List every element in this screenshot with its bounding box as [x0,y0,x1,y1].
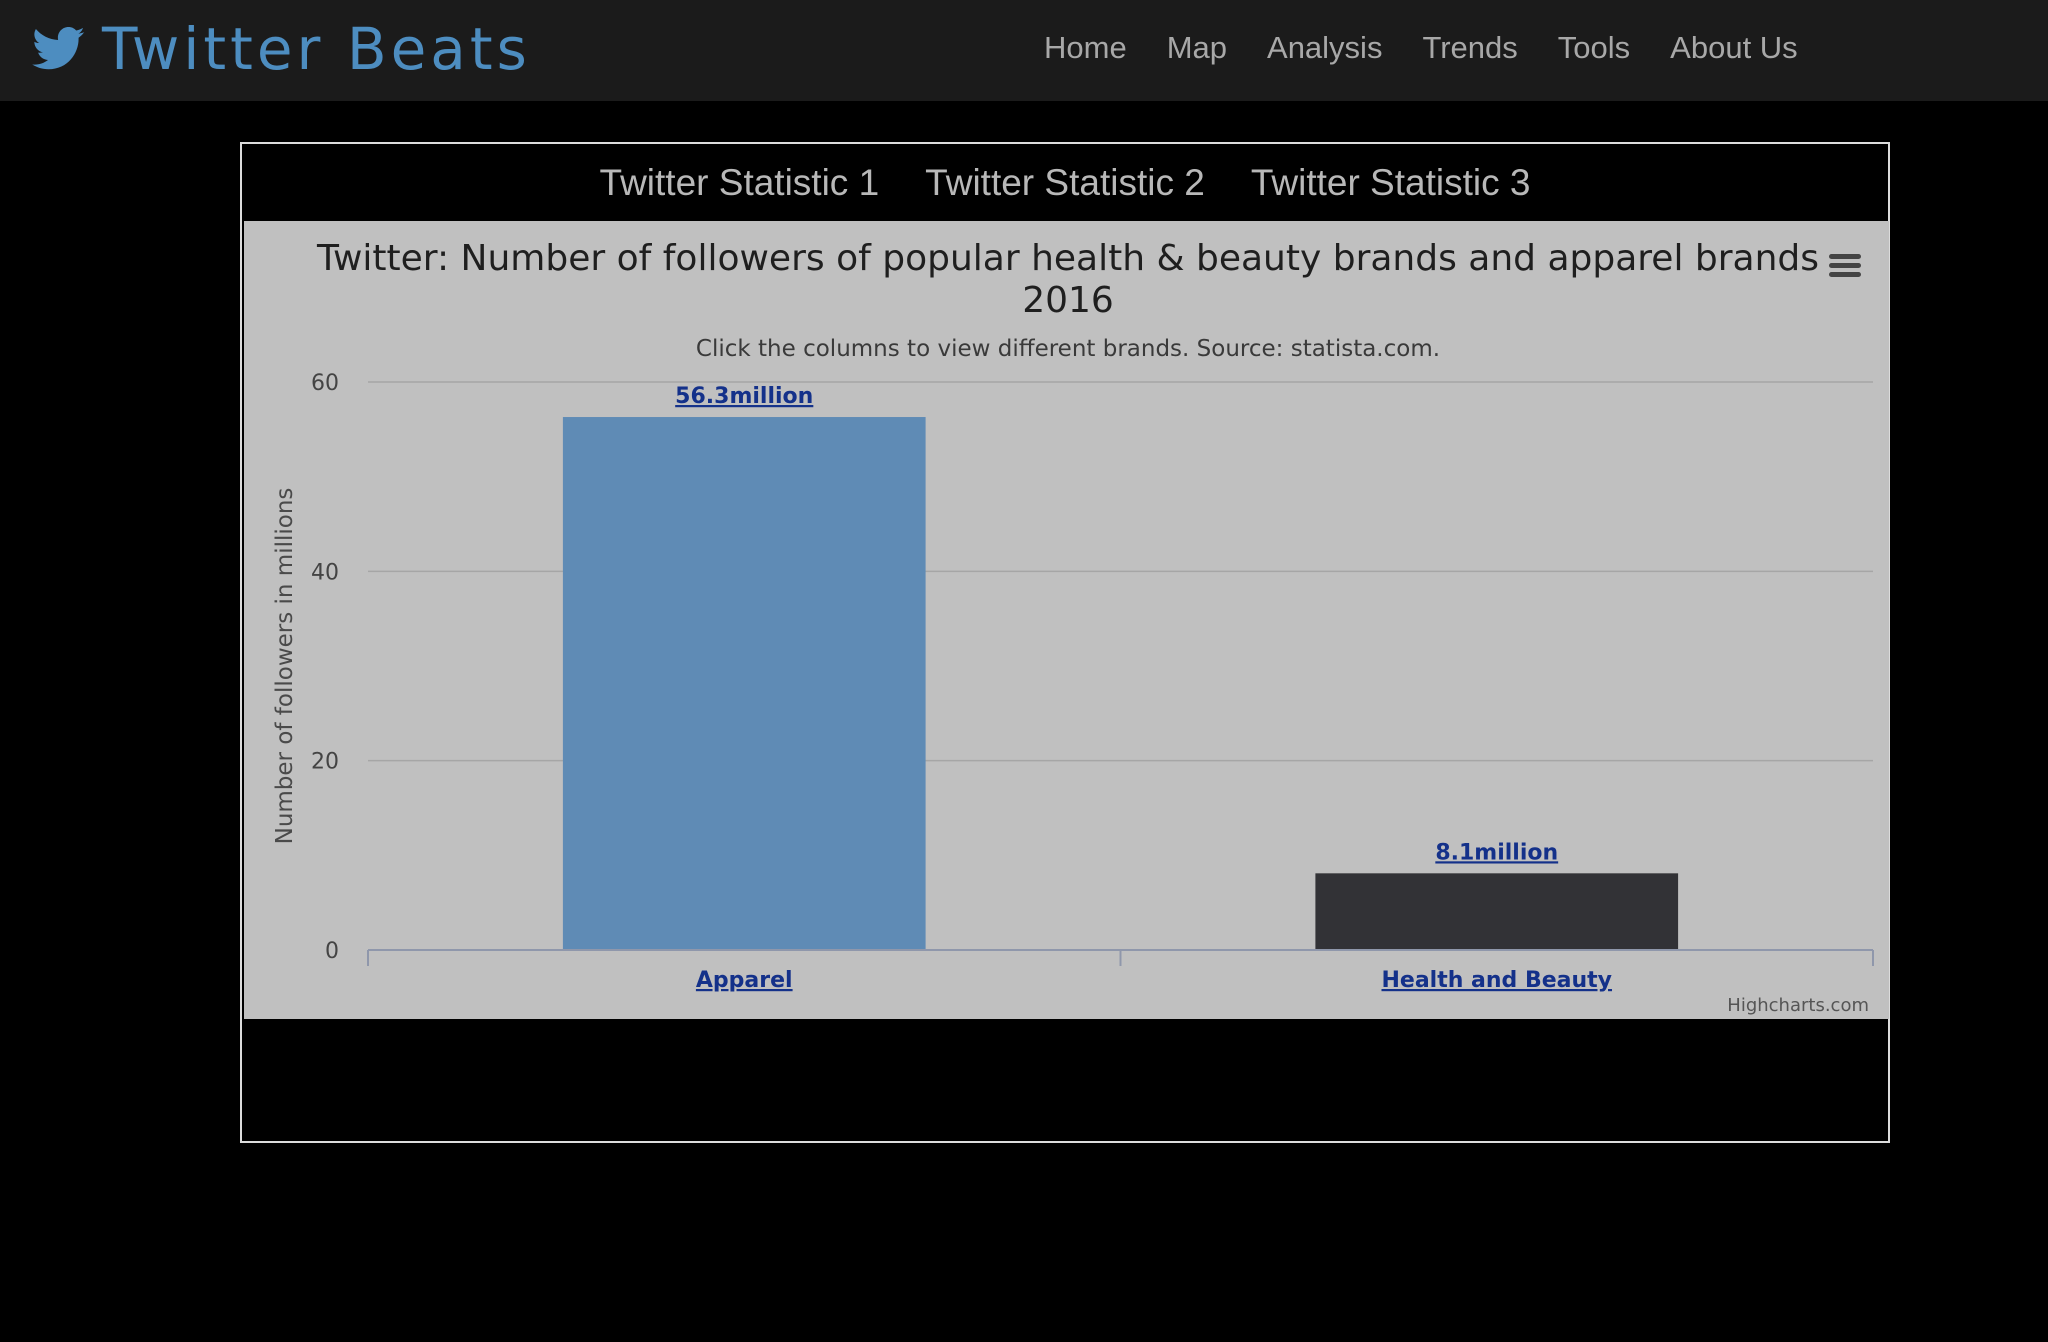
menu-icon-bar-2 [1829,263,1861,268]
tab-statistic-1[interactable]: Twitter Statistic 1 [600,162,880,204]
y-axis-label: Number of followers in millions [272,488,298,845]
chart-svg: Twitter: Number of followers of popular … [272,238,1874,1016]
chart-subtitle: Click the columns to view different bran… [696,336,1440,362]
bar-health-and-beauty[interactable] [1315,873,1679,950]
bar-data-label[interactable]: 8.1million [1435,840,1558,865]
y-tick-label: 40 [311,560,339,585]
statistics-panel: Twitter Statistic 1 Twitter Statistic 2 … [240,142,1890,1143]
nav-about-us[interactable]: About Us [1670,26,1798,70]
statistic-tabs: Twitter Statistic 1 Twitter Statistic 2 … [242,144,1888,221]
y-tick-label: 0 [325,939,339,964]
chart-title-line-1: Twitter: Number of followers of popular … [316,238,1819,279]
top-navbar: Twitter Beats Home Map Analysis Trends T… [0,0,2048,101]
x-category-label[interactable]: Apparel [696,968,793,993]
tab-statistic-3[interactable]: Twitter Statistic 3 [1251,162,1531,204]
tab-statistic-2[interactable]: Twitter Statistic 2 [925,162,1205,204]
brand-name: Twitter Beats [102,15,531,83]
nav-trends[interactable]: Trends [1422,26,1517,70]
brand-logo[interactable]: Twitter Beats [32,20,531,78]
followers-chart: Twitter: Number of followers of popular … [244,221,1889,1019]
menu-icon-bar-3 [1829,272,1861,277]
bar-apparel[interactable] [562,417,926,950]
y-tick-label: 20 [311,750,339,775]
chart-bars: 56.3million 8.1million [562,384,1679,950]
chart-credits[interactable]: Highcharts.com [1727,995,1869,1016]
nav-analysis[interactable]: Analysis [1267,26,1382,70]
bar-data-label[interactable]: 56.3million [675,384,813,409]
twitter-bird-icon [32,27,85,70]
main-nav: Home Map Analysis Trends Tools About Us [1044,26,1838,70]
x-category-label[interactable]: Health and Beauty [1381,968,1612,993]
menu-icon-bar-1 [1829,254,1861,259]
chart-menu-button[interactable] [1828,252,1862,280]
nav-tools[interactable]: Tools [1558,26,1630,70]
nav-home[interactable]: Home [1044,26,1127,70]
nav-map[interactable]: Map [1167,26,1227,70]
y-tick-label: 60 [311,371,339,396]
chart-title-line-2: 2016 [1022,280,1114,321]
